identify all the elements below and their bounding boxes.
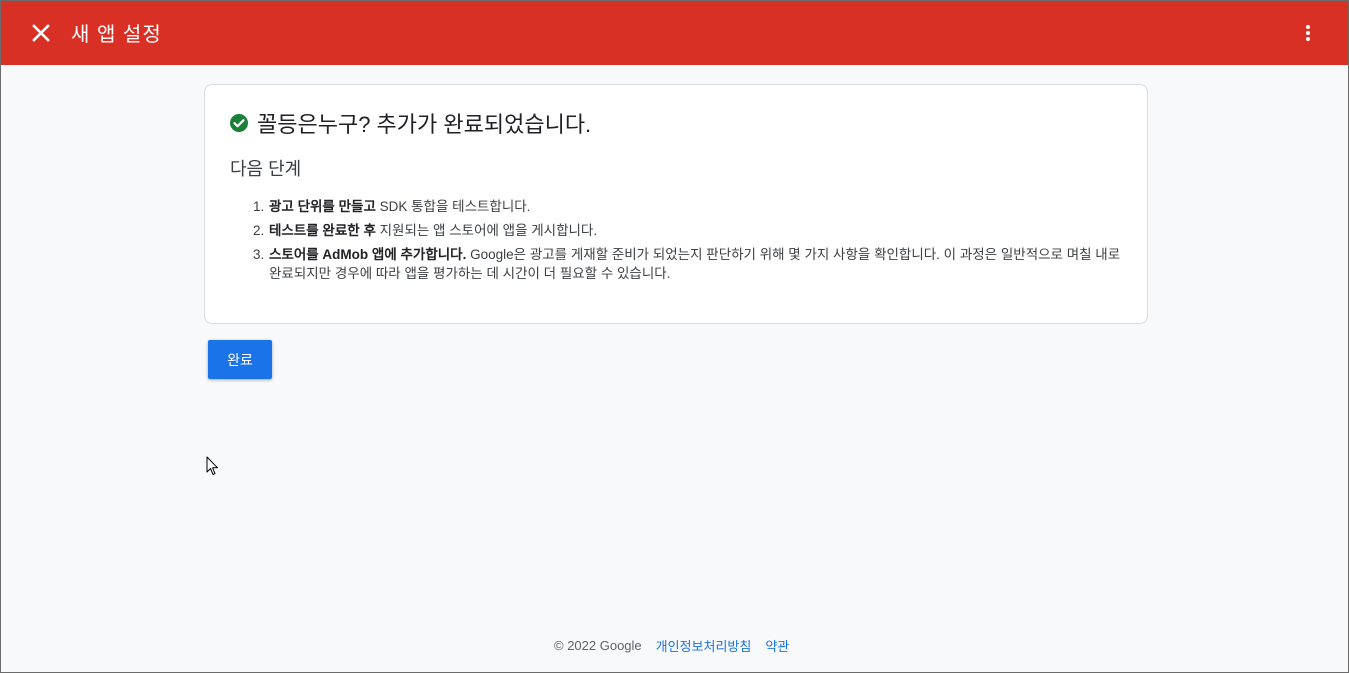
step-number: 2. xyxy=(253,223,265,238)
mouse-pointer-icon xyxy=(206,456,218,475)
check-circle-icon xyxy=(230,114,248,132)
app-window: 새 앱 설정 꼴등은누구? 추가가 완료되었습니다. 다음 단계 1. 광고 단… xyxy=(0,0,1349,673)
step-strong-text: 광고 단위를 만들고 xyxy=(269,199,376,214)
done-button[interactable]: 완료 xyxy=(208,340,272,379)
top-app-bar: 새 앱 설정 xyxy=(1,1,1348,65)
completion-title: 꼴등은누구? 추가가 완료되었습니다. xyxy=(257,112,592,137)
step-text: SDK 통합을 테스트합니다. xyxy=(375,199,531,214)
more-options-button[interactable] xyxy=(1296,21,1320,45)
next-steps-list: 1. 광고 단위를 만들고 SDK 통합을 테스트합니다. 2. 테스트를 완료… xyxy=(253,197,1123,288)
completion-card: 꼴등은누구? 추가가 완료되었습니다. 다음 단계 1. 광고 단위를 만들고 … xyxy=(204,84,1148,324)
step-number: 3. xyxy=(253,247,265,262)
page-title: 새 앱 설정 xyxy=(71,24,162,46)
next-steps-heading: 다음 단계 xyxy=(230,159,302,179)
copyright-text: © 2022 Google xyxy=(554,638,642,653)
terms-link[interactable]: 약관 xyxy=(765,636,789,655)
step-strong-text: 테스트를 완료한 후 xyxy=(269,223,376,238)
close-button[interactable] xyxy=(29,21,53,45)
more-vert-icon xyxy=(1306,25,1310,41)
card-title-row: 꼴등은누구? 추가가 완료되었습니다. xyxy=(229,107,591,139)
footer: © 2022 Google 개인정보처리방침 약관 xyxy=(554,636,803,655)
step-strong-text: 스토어를 AdMob 앱에 추가합니다. xyxy=(269,247,467,262)
step-text: 지원되는 앱 스토어에 앱을 게시합니다. xyxy=(375,223,598,238)
step-number: 1. xyxy=(253,199,265,214)
list-item: 3. 스토어를 AdMob 앱에 추가합니다. Google은 광고를 게재할 … xyxy=(253,245,1123,283)
list-item: 2. 테스트를 완료한 후 지원되는 앱 스토어에 앱을 게시합니다. xyxy=(253,221,1123,240)
list-item: 1. 광고 단위를 만들고 SDK 통합을 테스트합니다. xyxy=(253,197,1123,216)
privacy-policy-link[interactable]: 개인정보처리방침 xyxy=(656,636,752,655)
close-icon xyxy=(32,24,50,42)
